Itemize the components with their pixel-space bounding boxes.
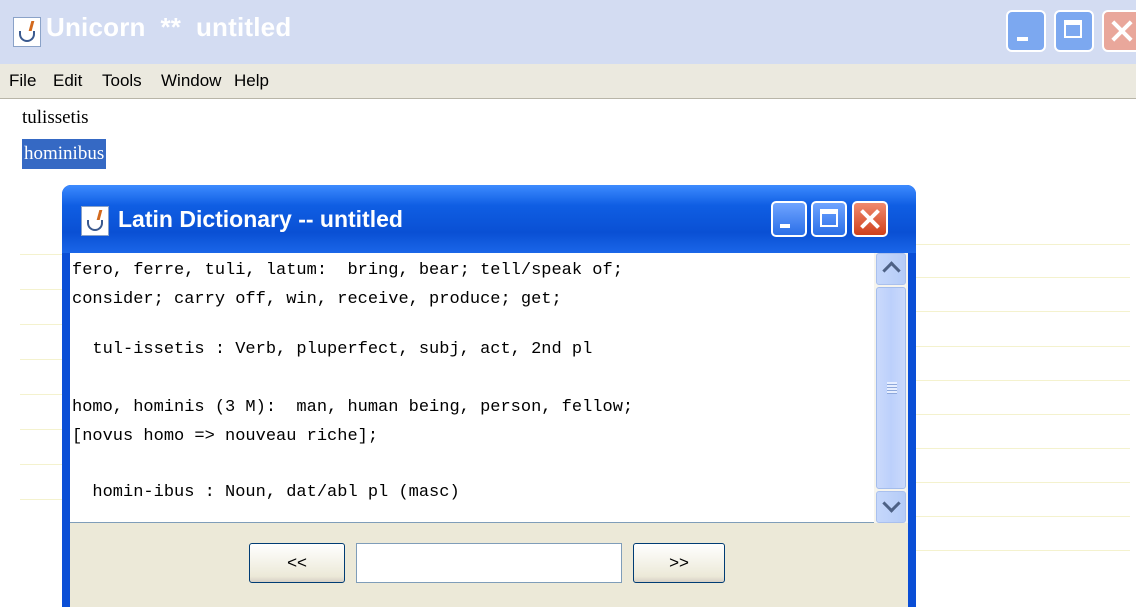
dialog-close-button[interactable] bbox=[852, 201, 888, 237]
output-line: fero, ferre, tuli, latum: bring, bear; t… bbox=[72, 261, 623, 280]
scroll-up-arrow-icon[interactable] bbox=[876, 253, 906, 285]
output-line: [novus homo => nouveau riche]; bbox=[72, 427, 379, 446]
dialog-minimize-button[interactable] bbox=[771, 201, 807, 237]
menu-tools[interactable]: Tools bbox=[102, 64, 142, 98]
menu-bar: File Edit Tools Window Help bbox=[0, 64, 1136, 99]
editor-line-selected[interactable]: hominibus bbox=[22, 139, 107, 169]
output-line: homin-ibus : Noun, dat/abl pl (masc) bbox=[72, 483, 460, 502]
main-window-title: Unicorn ** untitled bbox=[46, 12, 292, 42]
scroll-down-arrow-icon[interactable] bbox=[876, 491, 906, 523]
dictionary-output[interactable]: fero, ferre, tuli, latum: bring, bear; t… bbox=[70, 253, 908, 523]
latin-dictionary-dialog: Latin Dictionary -- untitled fero, ferre… bbox=[62, 185, 916, 607]
vertical-scrollbar[interactable] bbox=[874, 253, 908, 523]
menu-edit[interactable]: Edit bbox=[53, 64, 82, 98]
menu-window[interactable]: Window bbox=[161, 64, 221, 98]
main-minimize-button[interactable] bbox=[1006, 10, 1046, 52]
output-line: consider; carry off, win, receive, produ… bbox=[72, 290, 562, 309]
dialog-content: fero, ferre, tuli, latum: bring, bear; t… bbox=[70, 253, 908, 607]
menu-help[interactable]: Help bbox=[234, 64, 269, 98]
dialog-maximize-button[interactable] bbox=[811, 201, 847, 237]
dialog-title: Latin Dictionary -- untitled bbox=[118, 206, 403, 232]
java-cup-icon bbox=[81, 206, 109, 236]
editor-line[interactable]: tulissetis bbox=[22, 103, 89, 133]
dialog-titlebar[interactable]: Latin Dictionary -- untitled bbox=[62, 185, 916, 253]
main-maximize-button[interactable] bbox=[1054, 10, 1094, 52]
previous-button[interactable]: << bbox=[249, 543, 345, 583]
scroll-thumb[interactable] bbox=[876, 287, 906, 489]
navigation-input[interactable] bbox=[356, 543, 622, 583]
output-line: homo, hominis (3 M): man, human being, p… bbox=[72, 398, 634, 417]
output-line: tul-issetis : Verb, pluperfect, subj, ac… bbox=[72, 340, 593, 359]
main-window-titlebar[interactable]: Unicorn ** untitled bbox=[0, 0, 1136, 64]
next-button[interactable]: >> bbox=[633, 543, 725, 583]
java-cup-icon bbox=[13, 17, 41, 47]
menu-file[interactable]: File bbox=[9, 64, 36, 98]
main-close-button[interactable] bbox=[1102, 10, 1136, 52]
grip-icon bbox=[887, 382, 897, 394]
